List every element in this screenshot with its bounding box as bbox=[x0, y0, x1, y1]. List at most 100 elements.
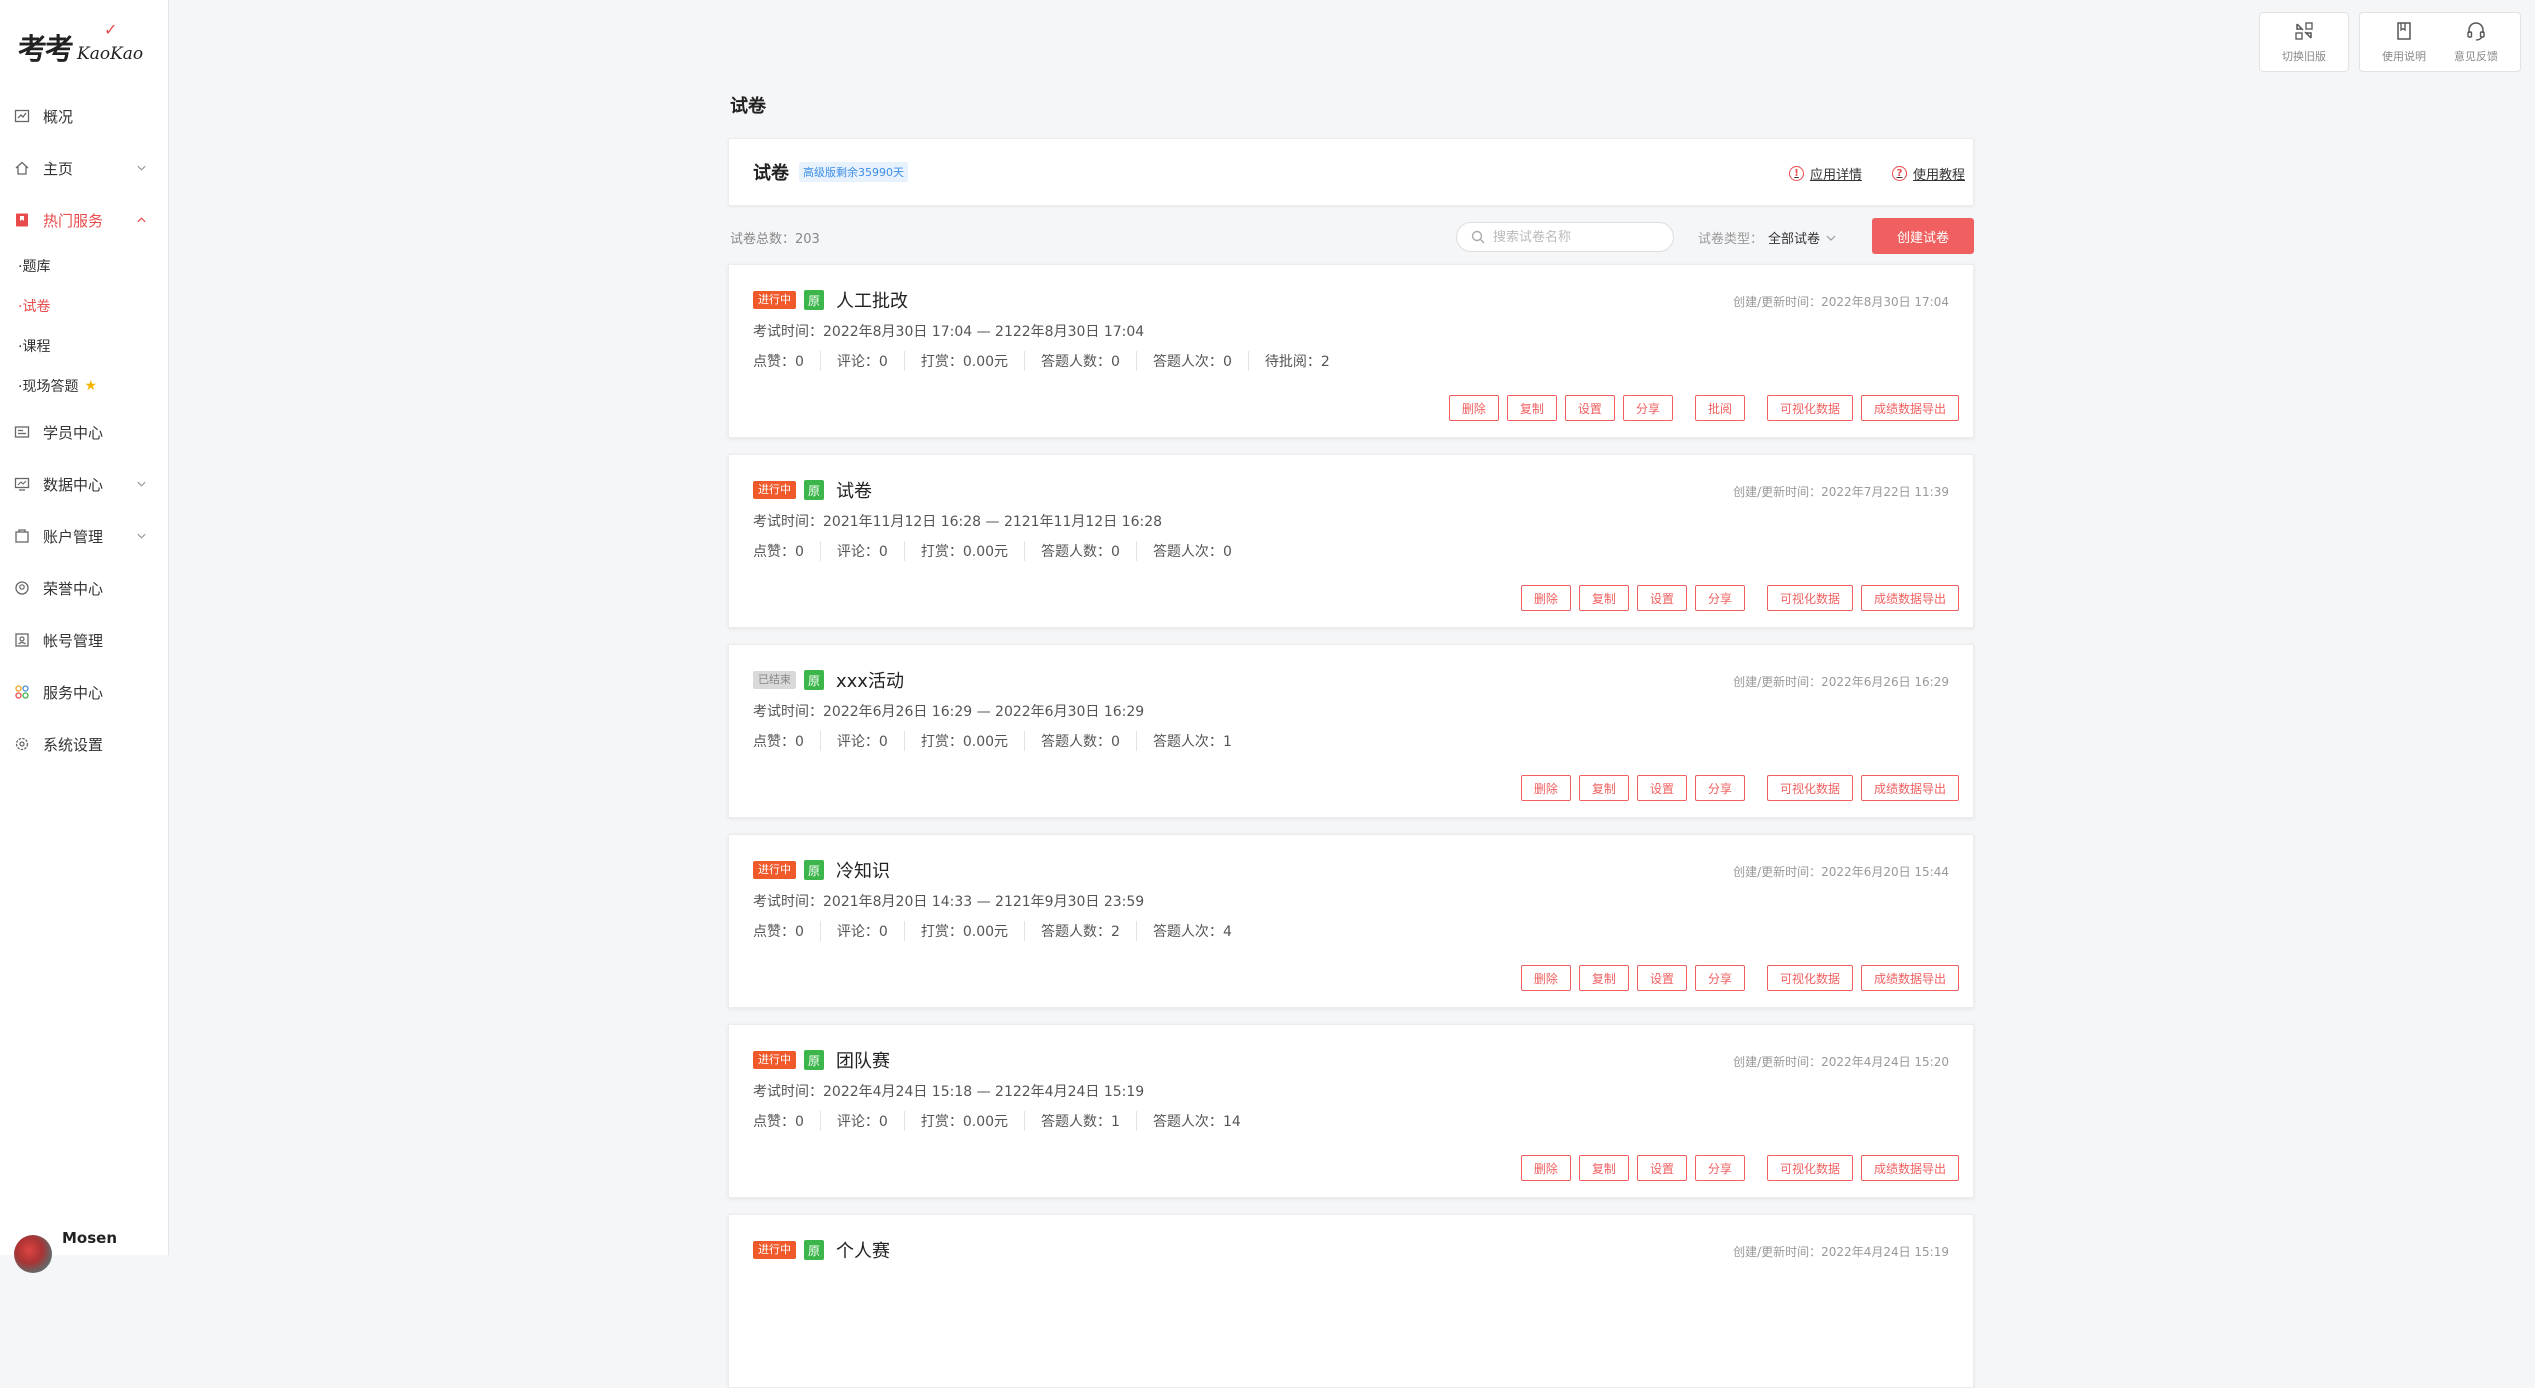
sidebar-item-home[interactable]: 主页 bbox=[0, 142, 169, 194]
share-button[interactable]: 分享 bbox=[1622, 395, 1673, 421]
sidebar-item-label: 主页 bbox=[43, 159, 74, 178]
stat-value: 0.00元 bbox=[962, 924, 1009, 940]
tool-group-switch: 切换旧版 bbox=[2259, 12, 2349, 72]
paper-title[interactable]: 人工批改 bbox=[836, 287, 908, 313]
sidebar-subitem-question-bank[interactable]: ·题库 bbox=[0, 246, 169, 286]
settings-button[interactable]: 设置 bbox=[1564, 395, 1615, 421]
share-button[interactable]: 分享 bbox=[1694, 775, 1745, 801]
paper-update-time: 创建/更新时间：2022年7月22日 11:39 bbox=[1733, 483, 1949, 500]
stat-value: 0 bbox=[878, 1114, 888, 1130]
gear-icon bbox=[14, 736, 30, 752]
copy-button[interactable]: 复制 bbox=[1578, 1155, 1629, 1181]
paper-actions: 删除 复制 设置 分享 批阅 可视化数据 成绩数据导出 bbox=[1448, 395, 1959, 421]
paper-title[interactable]: 试卷 bbox=[836, 477, 872, 503]
paper-exam-time: 考试时间：2022年8月30日 17:04 — 2122年8月30日 17:04 bbox=[753, 321, 1144, 341]
delete-button[interactable]: 删除 bbox=[1448, 395, 1499, 421]
sidebar-item-service-center[interactable]: 服务中心 bbox=[0, 666, 169, 718]
copy-button[interactable]: 复制 bbox=[1506, 395, 1557, 421]
brand-name-en: KaoKao bbox=[77, 44, 144, 64]
stat-value: 0.00元 bbox=[962, 544, 1009, 560]
paper-type-select[interactable]: 全部试卷 bbox=[1768, 228, 1836, 247]
stat-label: 答题人数： bbox=[1041, 734, 1112, 750]
export-scores-button[interactable]: 成绩数据导出 bbox=[1860, 395, 1959, 421]
paper-title[interactable]: 团队赛 bbox=[836, 1047, 890, 1073]
visual-data-button[interactable]: 可视化数据 bbox=[1766, 1155, 1853, 1181]
brand-logo[interactable]: 考考 KaoKao ✓ bbox=[18, 20, 144, 68]
export-scores-button[interactable]: 成绩数据导出 bbox=[1860, 775, 1959, 801]
export-scores-button[interactable]: 成绩数据导出 bbox=[1860, 585, 1959, 611]
share-button[interactable]: 分享 bbox=[1694, 965, 1745, 991]
sidebar-item-students[interactable]: 学员中心 bbox=[0, 406, 169, 458]
sidebar-subitem-papers[interactable]: ·试卷 bbox=[0, 286, 169, 326]
settings-button[interactable]: 设置 bbox=[1636, 585, 1687, 611]
monitor-icon bbox=[14, 476, 30, 492]
delete-button[interactable]: 删除 bbox=[1520, 775, 1571, 801]
stat-value: 0 bbox=[878, 544, 888, 560]
stat-likes: 点赞：0 bbox=[753, 921, 821, 941]
paper-title[interactable]: xxx活动 bbox=[836, 667, 904, 693]
stat-label: 点赞： bbox=[753, 734, 795, 750]
info-icon: ! bbox=[1788, 165, 1804, 181]
sidebar: 考考 KaoKao ✓ 概况 主页 热门服务 ·题库 ·试卷 ·课程 ·现场答题 bbox=[0, 0, 169, 1273]
tool-label: 使用说明 bbox=[2382, 50, 2426, 63]
ctime-label: 创建/更新时间： bbox=[1733, 1245, 1822, 1259]
delete-button[interactable]: 删除 bbox=[1520, 965, 1571, 991]
paper-actions: 删除 复制 设置 分享 可视化数据 成绩数据导出 bbox=[1520, 1155, 1959, 1181]
sidebar-item-overview[interactable]: 概况 bbox=[0, 90, 169, 142]
stat-value: 0.00元 bbox=[962, 1114, 1009, 1130]
copy-button[interactable]: 复制 bbox=[1578, 585, 1629, 611]
tutorial-link[interactable]: ? 使用教程 bbox=[1891, 164, 1965, 183]
copy-button[interactable]: 复制 bbox=[1578, 775, 1629, 801]
export-scores-button[interactable]: 成绩数据导出 bbox=[1860, 965, 1959, 991]
stat-label: 打赏： bbox=[920, 354, 963, 370]
share-button[interactable]: 分享 bbox=[1694, 585, 1745, 611]
visual-data-button[interactable]: 可视化数据 bbox=[1766, 395, 1853, 421]
visual-data-button[interactable]: 可视化数据 bbox=[1766, 585, 1853, 611]
feedback-button[interactable]: 意见反馈 bbox=[2440, 13, 2512, 71]
sidebar-item-account[interactable]: 账户管理 bbox=[0, 510, 169, 562]
sidebar-item-settings[interactable]: 系统设置 bbox=[0, 718, 169, 770]
paper-card-header: 进行中 原 试卷 bbox=[753, 477, 872, 503]
settings-button[interactable]: 设置 bbox=[1636, 775, 1687, 801]
delete-button[interactable]: 删除 bbox=[1520, 585, 1571, 611]
paper-total: 试卷总数：203 bbox=[730, 232, 820, 247]
tool-label: 切换旧版 bbox=[2282, 50, 2326, 63]
stat-label: 评论： bbox=[836, 354, 879, 370]
visual-data-button[interactable]: 可视化数据 bbox=[1766, 965, 1853, 991]
sidebar-item-honors[interactable]: 荣誉中心 bbox=[0, 562, 169, 614]
sidebar-subitem-courses[interactable]: ·课程 bbox=[0, 326, 169, 366]
building-icon bbox=[14, 528, 30, 544]
create-paper-button[interactable]: 创建试卷 bbox=[1872, 218, 1974, 254]
chevron-down-icon bbox=[137, 481, 146, 487]
sidebar-item-data[interactable]: 数据中心 bbox=[0, 458, 169, 510]
copy-button[interactable]: 复制 bbox=[1578, 965, 1629, 991]
settings-button[interactable]: 设置 bbox=[1636, 1155, 1687, 1181]
paper-card: 进行中 原 试卷 创建/更新时间：2022年7月22日 11:39 考试时间：2… bbox=[728, 454, 1974, 628]
paper-type-label: 试卷类型： bbox=[1698, 232, 1764, 247]
search-input[interactable] bbox=[1493, 229, 1663, 245]
visual-data-button[interactable]: 可视化数据 bbox=[1766, 775, 1853, 801]
ctime-value: 2022年7月22日 11:39 bbox=[1821, 485, 1949, 499]
user-guide-button[interactable]: 使用说明 bbox=[2368, 13, 2440, 71]
user-profile[interactable]: Mosen bbox=[14, 1225, 117, 1273]
paper-title[interactable]: 冷知识 bbox=[836, 857, 890, 883]
stat-reward: 打赏：0.00元 bbox=[921, 1111, 1026, 1131]
delete-button[interactable]: 删除 bbox=[1520, 1155, 1571, 1181]
ctime-value: 2022年8月30日 17:04 bbox=[1821, 295, 1949, 309]
app-detail-link[interactable]: ! 应用详情 bbox=[1788, 164, 1862, 183]
search-box[interactable] bbox=[1456, 222, 1674, 252]
sidebar-item-accounts[interactable]: 帐号管理 bbox=[0, 614, 169, 666]
sidebar-item-hot-services[interactable]: 热门服务 bbox=[0, 194, 169, 246]
stat-comments: 评论：0 bbox=[837, 1111, 905, 1131]
sidebar-subitem-live-quiz[interactable]: ·现场答题 ★ bbox=[0, 366, 169, 406]
share-button[interactable]: 分享 bbox=[1694, 1155, 1745, 1181]
review-button[interactable]: 批阅 bbox=[1694, 395, 1745, 421]
paper-title[interactable]: 个人赛 bbox=[836, 1237, 890, 1263]
ctime-label: 创建/更新时间： bbox=[1733, 295, 1822, 309]
export-scores-button[interactable]: 成绩数据导出 bbox=[1860, 1155, 1959, 1181]
switch-old-version-button[interactable]: 切换旧版 bbox=[2268, 13, 2340, 71]
chevron-up-icon bbox=[137, 217, 146, 223]
settings-button[interactable]: 设置 bbox=[1636, 965, 1687, 991]
ctime-value: 2022年4月24日 15:19 bbox=[1821, 1245, 1949, 1259]
star-icon: ★ bbox=[84, 378, 98, 394]
